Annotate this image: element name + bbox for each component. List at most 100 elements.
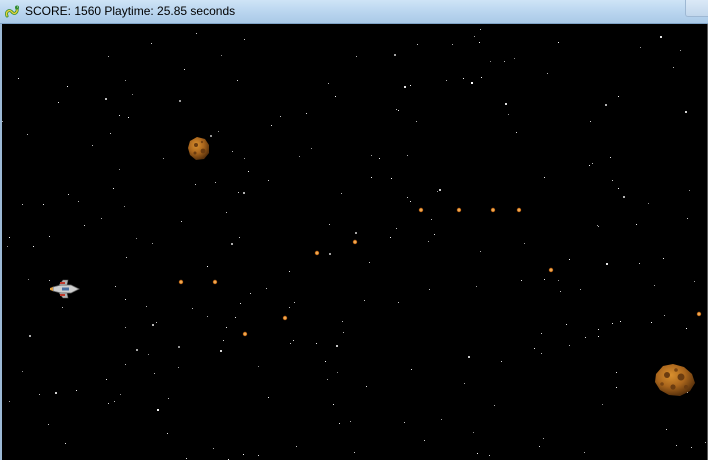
asteroid (188, 137, 209, 160)
star (296, 446, 297, 447)
star (424, 440, 425, 441)
star (592, 163, 593, 164)
star (192, 308, 193, 309)
star (207, 316, 208, 317)
star (341, 193, 342, 194)
star (327, 379, 328, 380)
playfield-canvas (2, 29, 706, 460)
star (471, 82, 473, 84)
star (18, 78, 19, 79)
star (67, 86, 68, 87)
star (597, 225, 598, 226)
player-spaceship (50, 279, 80, 299)
star (354, 452, 355, 453)
star (477, 453, 478, 454)
window-control-button[interactable] (685, 0, 708, 17)
star (226, 327, 227, 328)
star (110, 133, 111, 134)
star (243, 454, 244, 455)
star (311, 148, 312, 149)
star (113, 188, 114, 189)
star (290, 343, 291, 344)
star (163, 158, 164, 159)
star (590, 121, 591, 122)
star (355, 232, 357, 234)
star (221, 55, 222, 56)
star (541, 333, 542, 334)
star (569, 345, 570, 346)
star (119, 115, 120, 116)
star (235, 317, 236, 318)
star (268, 397, 269, 398)
star (689, 190, 690, 191)
star (494, 405, 495, 406)
game-window: SCORE: 1560 Playtime: 25.85 seconds (0, 0, 708, 460)
star (232, 151, 233, 152)
star (244, 39, 245, 40)
star (333, 404, 334, 405)
star (685, 111, 687, 113)
star (585, 337, 586, 338)
star (566, 324, 567, 325)
star (404, 422, 405, 423)
star (463, 78, 464, 79)
star (437, 191, 438, 192)
star (541, 353, 542, 354)
star (598, 336, 599, 337)
star (125, 327, 126, 328)
title-bar[interactable]: SCORE: 1560 Playtime: 25.85 seconds (0, 0, 708, 24)
star (673, 67, 674, 68)
star (49, 280, 50, 281)
star (416, 121, 417, 122)
star (390, 237, 391, 238)
star (612, 180, 613, 181)
star (639, 263, 640, 264)
star (490, 61, 491, 62)
star (339, 423, 340, 424)
star (280, 116, 281, 117)
star (76, 390, 77, 391)
bullet (212, 279, 218, 285)
bullet (418, 207, 424, 213)
star (636, 224, 637, 225)
star (27, 134, 28, 135)
star (547, 73, 548, 74)
star (480, 251, 481, 252)
star (243, 192, 245, 194)
star (618, 96, 619, 97)
star (464, 383, 465, 384)
star (195, 184, 196, 185)
star (215, 182, 216, 183)
star (240, 303, 241, 304)
bullet (456, 207, 462, 213)
star (429, 289, 430, 290)
star (78, 201, 79, 202)
bullet (178, 279, 184, 285)
star (479, 42, 480, 43)
star (119, 169, 120, 170)
star (106, 379, 107, 380)
star (156, 322, 157, 323)
star (22, 204, 23, 205)
star (407, 197, 408, 198)
star (481, 77, 482, 78)
star (237, 80, 238, 81)
star (473, 432, 474, 433)
star (394, 54, 396, 56)
star (223, 340, 224, 341)
star (434, 234, 435, 235)
star (476, 286, 477, 287)
star (239, 237, 240, 238)
star (666, 429, 667, 430)
star (524, 243, 525, 244)
star (505, 103, 507, 105)
star (676, 445, 677, 446)
star (136, 349, 138, 351)
star (248, 171, 249, 172)
star (146, 306, 147, 307)
star (125, 299, 126, 300)
star (660, 36, 662, 38)
game-playfield[interactable] (2, 24, 707, 460)
star (152, 243, 153, 244)
star (105, 98, 107, 100)
